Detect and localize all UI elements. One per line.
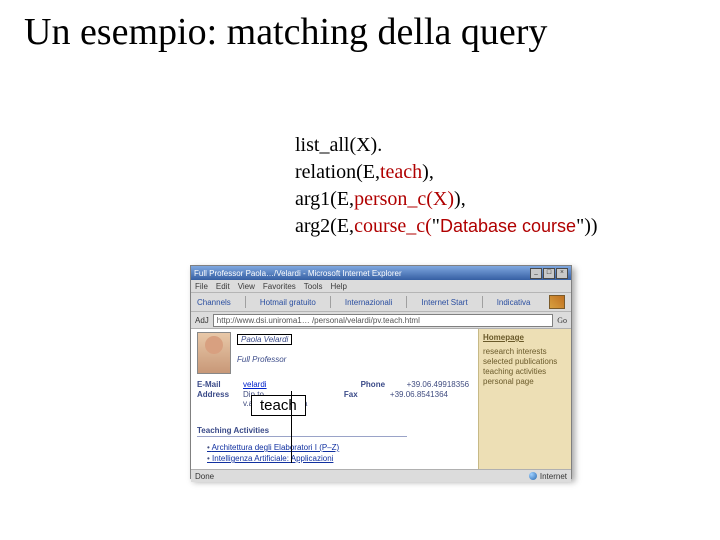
menu-item[interactable]: File: [195, 282, 208, 291]
browser-window: Full Professor Paola…/Velardi - Microsof…: [190, 265, 572, 479]
sidebar-link[interactable]: research interests: [483, 347, 567, 357]
internet-zone-icon: [529, 472, 537, 480]
url-field[interactable]: http://www.dsi.uniroma1… /personal/velar…: [213, 314, 553, 327]
title-bar: Full Professor Paola…/Velardi - Microsof…: [191, 266, 571, 280]
menu-item[interactable]: Tools: [304, 282, 323, 291]
sidebar: Homepage research interests selected pub…: [478, 329, 571, 469]
close-icon[interactable]: ×: [556, 268, 568, 279]
menu-item[interactable]: View: [238, 282, 255, 291]
course-link[interactable]: Intelligenza Artificiale: Applicazioni: [207, 454, 472, 463]
separator: [245, 296, 246, 308]
sidebar-link[interactable]: personal page: [483, 377, 567, 387]
phone-value: +39.06.49918356: [407, 380, 470, 389]
minimize-icon[interactable]: _: [530, 268, 542, 279]
page-content: Paola Velardi Full Professor E-Mail vela…: [191, 329, 571, 470]
ie-logo-icon: [549, 295, 565, 309]
email-label: E-Mail: [197, 380, 237, 389]
fax-label: Fax: [344, 390, 384, 399]
toolbar-link[interactable]: Internazionali: [345, 298, 393, 307]
menu-item[interactable]: Help: [330, 282, 346, 291]
sidebar-heading[interactable]: Homepage: [483, 333, 567, 343]
slide-title: Un esempio: matching della query: [24, 12, 547, 54]
course-link[interactable]: Architettura degli Elaboratori I (P–Z): [207, 443, 472, 452]
status-left: Done: [195, 472, 214, 481]
person-role: Full Professor: [237, 355, 292, 364]
toolbar-link[interactable]: Internet Start: [421, 298, 467, 307]
menu-bar: File Edit View Favorites Tools Help: [191, 280, 571, 293]
address-bar: AdJ http://www.dsi.uniroma1… /personal/v…: [191, 312, 571, 329]
separator: [406, 296, 407, 308]
section-heading: Teaching Activities: [197, 426, 407, 437]
toolbar-link[interactable]: Indicativa: [497, 298, 531, 307]
menu-item[interactable]: Favorites: [263, 282, 296, 291]
person-name: Paola Velardi: [237, 334, 292, 345]
profile-photo: [197, 332, 231, 374]
fax-value: +39.06.8541364: [390, 390, 448, 399]
sidebar-link[interactable]: teaching activities: [483, 367, 567, 377]
separator: [482, 296, 483, 308]
toolbar-link[interactable]: Hotmail gratuito: [260, 298, 316, 307]
toolbar-link[interactable]: Channels: [197, 298, 231, 307]
email-link[interactable]: velardi: [243, 380, 267, 389]
status-right: Internet: [540, 472, 567, 481]
sidebar-link[interactable]: selected publications: [483, 357, 567, 367]
maximize-icon[interactable]: □: [543, 268, 555, 279]
window-title: Full Professor Paola…/Velardi - Microsof…: [194, 269, 402, 278]
address-label: Address: [197, 390, 237, 399]
go-button[interactable]: Go: [557, 316, 567, 325]
links-bar: Channels Hotmail gratuito Internazionali…: [191, 293, 571, 312]
query-code: list_all(X). relation(E,teach), arg1(E,p…: [295, 132, 598, 240]
status-bar: Done Internet: [191, 470, 571, 482]
teach-annotation: teach: [251, 395, 306, 416]
separator: [330, 296, 331, 308]
address-label: AdJ: [195, 316, 209, 325]
menu-item[interactable]: Edit: [216, 282, 230, 291]
annotation-line: [291, 391, 292, 463]
phone-label: Phone: [361, 380, 401, 389]
